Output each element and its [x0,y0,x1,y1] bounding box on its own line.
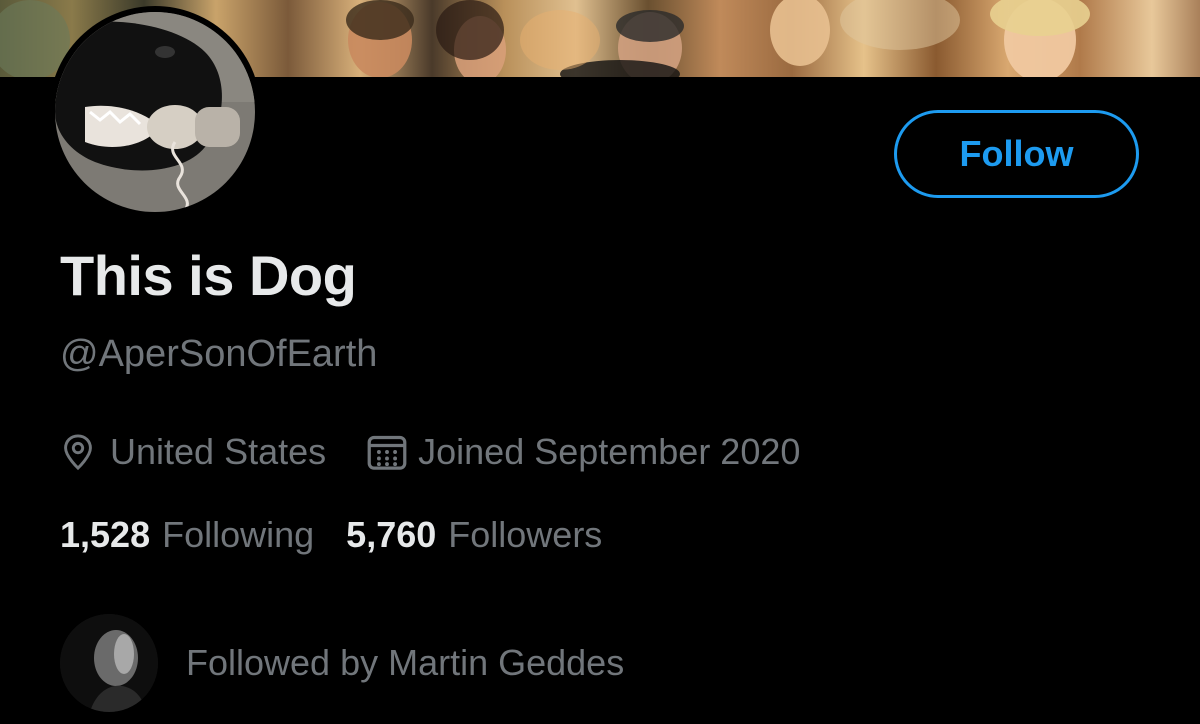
followers-label: Followers [448,514,603,555]
profile-handle: @AperSonOfEarth [60,333,378,375]
profile-location: United States [110,431,327,472]
profile-avatar[interactable] [49,6,261,218]
followed-by-row[interactable]: Followed by Martin Geddes [60,614,624,712]
follow-button[interactable]: Follow [894,110,1139,198]
profile-page: Follow This is Dog @AperSonOfEarth Unite… [0,0,1200,724]
following-label: Following [162,514,315,555]
calendar-icon [366,432,408,472]
follower-avatar [60,614,158,712]
location-pin-icon [60,433,96,471]
followers-count: 5,760 [346,514,437,555]
profile-display-name: This is Dog [60,244,357,307]
profile-joined-date: Joined September 2020 [418,431,801,472]
dog-avatar-image [55,12,255,212]
followers-link[interactable]: 5,760 Followers [346,514,602,556]
following-link[interactable]: 1,528 Following [60,514,314,556]
followed-by-text: Followed by Martin Geddes [186,642,625,683]
profile-stats-row: 1,528 Following 5,760 Followers [60,514,602,556]
following-count: 1,528 [60,514,151,555]
profile-meta-row: United States Joined September 2020 [60,428,800,476]
